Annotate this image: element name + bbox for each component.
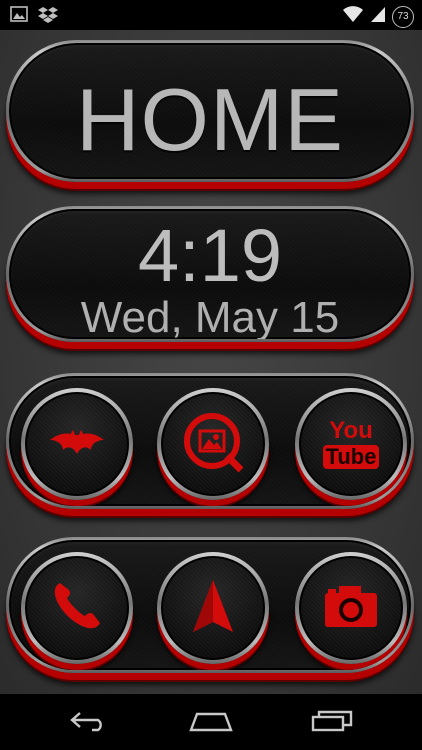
home-label: HOME xyxy=(76,70,344,169)
back-icon xyxy=(70,710,110,737)
clock-time: 4:19 xyxy=(137,214,283,297)
wifi-icon xyxy=(342,5,364,28)
navigation-icon xyxy=(191,578,235,639)
batman-app-button[interactable] xyxy=(21,388,133,500)
clock-date: Wed, May 15 xyxy=(80,293,340,340)
home-icon xyxy=(189,710,233,737)
youtube-logo-top: You xyxy=(329,417,373,444)
camera-app-button[interactable] xyxy=(295,552,407,664)
app-dock-row-1: You Tube xyxy=(6,373,414,509)
image-icon xyxy=(10,6,28,29)
camera-icon xyxy=(323,583,379,634)
home-screen: HOME 4:19 Wed, May 15 You Tube xyxy=(0,30,422,694)
recents-button[interactable] xyxy=(302,708,362,738)
status-bar: 73 xyxy=(0,0,422,30)
dropbox-icon xyxy=(38,6,58,29)
phone-icon xyxy=(50,579,104,638)
notification-icons xyxy=(10,6,58,29)
home-button[interactable] xyxy=(181,708,241,738)
navigation-app-button[interactable] xyxy=(157,552,269,664)
app-dock-row-2 xyxy=(6,537,414,673)
youtube-logo-bottom: Tube xyxy=(322,445,380,469)
system-icons: 73 xyxy=(342,5,414,28)
back-button[interactable] xyxy=(60,708,120,738)
signal-icon xyxy=(370,5,386,28)
clock-widget[interactable]: 4:19 Wed, May 15 xyxy=(6,206,414,342)
batman-icon xyxy=(49,428,105,461)
recents-icon xyxy=(311,710,353,737)
battery-indicator: 73 xyxy=(392,5,414,28)
youtube-app-button[interactable]: You Tube xyxy=(295,388,407,500)
home-widget[interactable]: HOME xyxy=(6,40,414,182)
navigation-bar xyxy=(0,694,422,750)
gallery-app-button[interactable] xyxy=(157,388,269,500)
quickpic-gallery-icon xyxy=(181,410,245,479)
phone-app-button[interactable] xyxy=(21,552,133,664)
youtube-icon: You Tube xyxy=(322,417,380,469)
